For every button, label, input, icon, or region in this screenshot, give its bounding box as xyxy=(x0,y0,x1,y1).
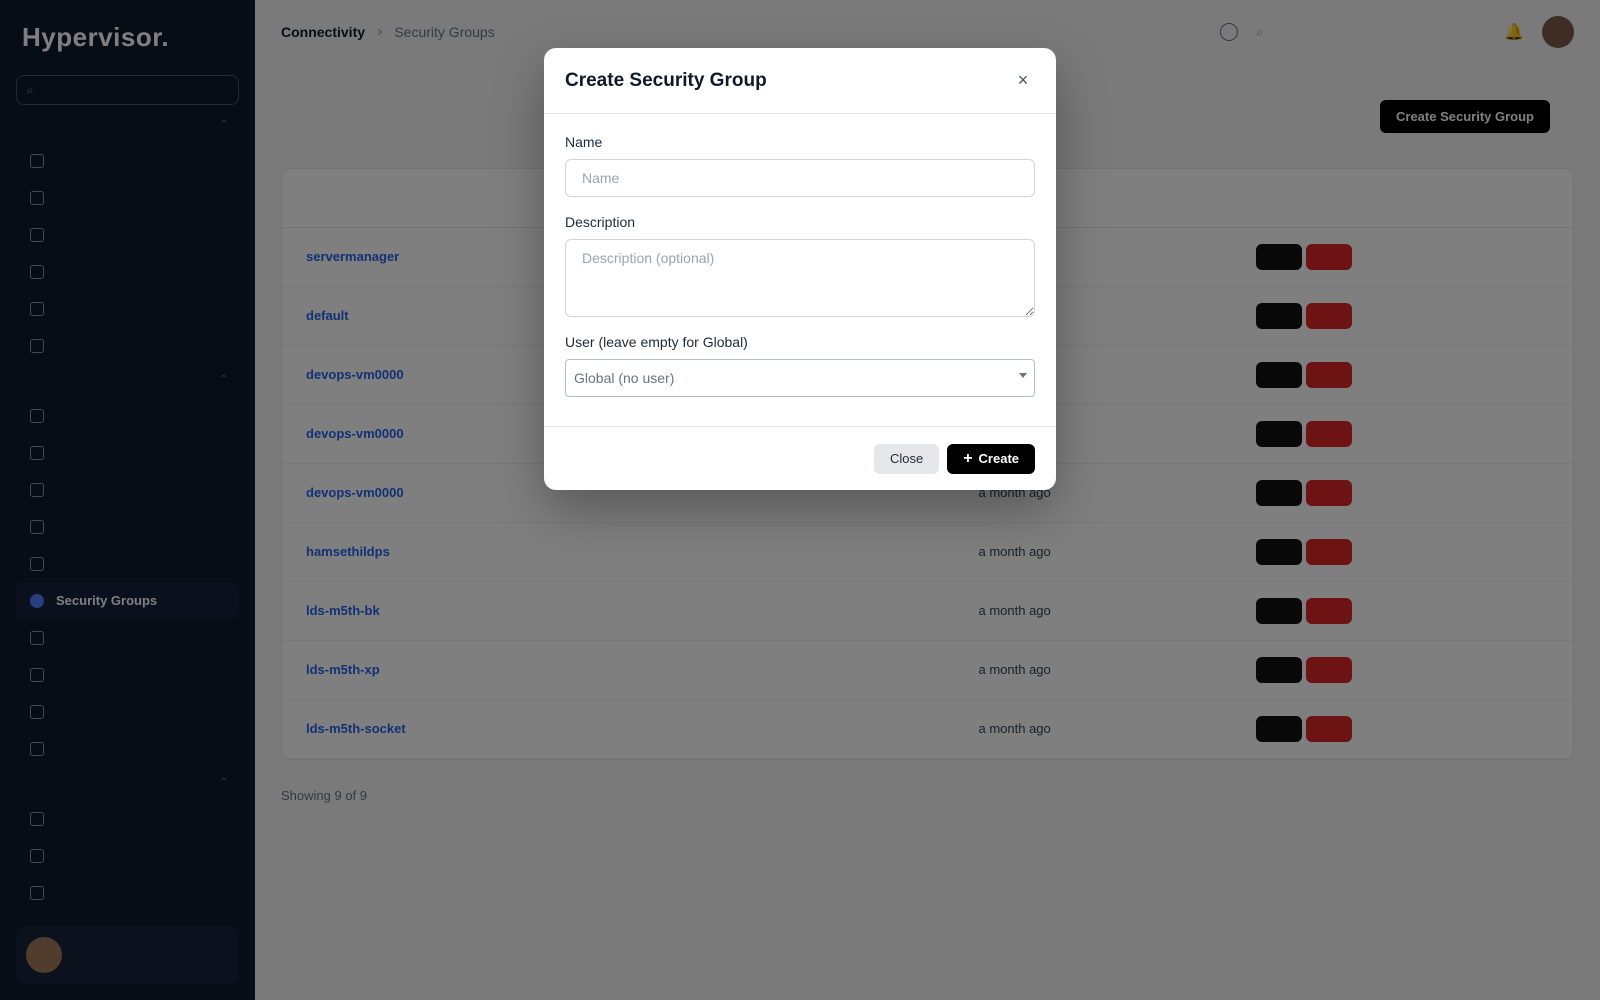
create-button[interactable]: + Create xyxy=(947,443,1035,474)
name-label: Name xyxy=(565,134,603,150)
user-select[interactable]: Global (no user) xyxy=(565,359,1035,397)
create-button-label: Create xyxy=(978,451,1019,466)
user-select-value: Global (no user) xyxy=(574,370,675,386)
dialog-body: Name Description User (leave empty for G… xyxy=(544,114,1056,397)
close-icon[interactable]: × xyxy=(1011,69,1035,93)
user-label: User (leave empty for Global) xyxy=(565,334,748,350)
create-security-group-dialog: Create Security Group × Name Description… xyxy=(544,48,1056,490)
dialog-title: Create Security Group xyxy=(565,69,767,91)
plus-icon: + xyxy=(963,449,973,467)
dialog-footer: Close + Create xyxy=(544,426,1056,490)
description-label: Description xyxy=(565,214,636,230)
name-input[interactable] xyxy=(565,159,1035,197)
caret-down-icon xyxy=(1019,373,1027,378)
close-button[interactable]: Close xyxy=(873,443,940,474)
description-textarea[interactable] xyxy=(565,239,1035,317)
dialog-header: Create Security Group × xyxy=(544,48,1056,114)
